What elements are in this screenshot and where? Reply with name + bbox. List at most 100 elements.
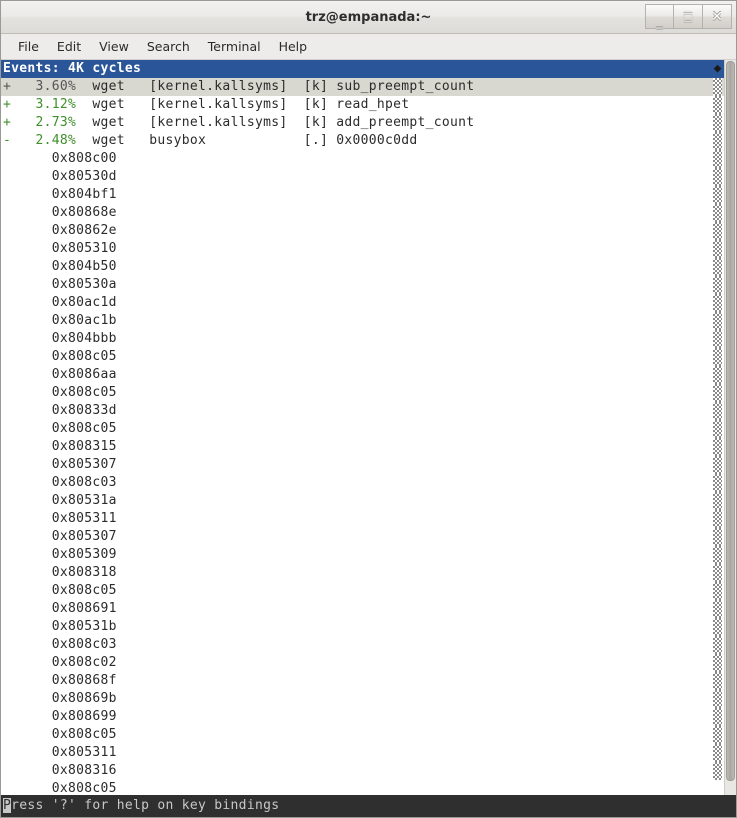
scroll-track-cell[interactable] <box>713 636 722 654</box>
scroll-track-cell[interactable] <box>713 96 722 114</box>
callchain-row[interactable]: 0x804bbb <box>1 330 736 348</box>
callchain-row[interactable]: 0x808c05 <box>1 582 736 600</box>
callchain-row[interactable]: 0x804b50 <box>1 258 736 276</box>
callchain-row[interactable]: 0x808c05 <box>1 780 736 795</box>
callchain-row[interactable]: 0x808691 <box>1 600 736 618</box>
callchain-row[interactable]: 0x808315 <box>1 438 736 456</box>
perf-report-list[interactable]: + 3.60% wget [kernel.kallsyms] [k] sub_p… <box>1 78 736 795</box>
scroll-track-cell[interactable] <box>713 618 722 636</box>
callchain-row[interactable]: 0x808c05 <box>1 420 736 438</box>
table-row[interactable]: - 2.48% wget busybox [.] 0x0000c0dd <box>1 132 736 150</box>
row-expand-toggle[interactable]: + <box>3 97 11 112</box>
table-row[interactable]: + 3.60% wget [kernel.kallsyms] [k] sub_p… <box>1 78 736 96</box>
scroll-track-cell[interactable] <box>713 654 722 672</box>
callchain-row[interactable]: 0x808c02 <box>1 654 736 672</box>
scroll-track-cell[interactable] <box>713 762 722 780</box>
callchain-row[interactable]: 0x808c00 <box>1 150 736 168</box>
scroll-track-cell[interactable] <box>713 402 722 420</box>
window-scrollbar[interactable] <box>724 60 736 795</box>
scroll-track-cell[interactable] <box>713 420 722 438</box>
menu-item-terminal[interactable]: Terminal <box>199 36 270 57</box>
scroll-track-cell[interactable] <box>713 384 722 402</box>
callchain-row[interactable]: 0x808c05 <box>1 726 736 744</box>
callchain-row[interactable]: 0x80ac1d <box>1 294 736 312</box>
callchain-row[interactable]: 0x80530d <box>1 168 736 186</box>
callchain-row[interactable]: 0x808699 <box>1 708 736 726</box>
scroll-track-cell[interactable] <box>713 294 722 312</box>
minimize-button[interactable]: _ <box>645 4 674 29</box>
scroll-track-cell[interactable] <box>713 312 722 330</box>
menu-item-file[interactable]: File <box>9 36 48 57</box>
scroll-track-cell[interactable] <box>713 186 722 204</box>
scroll-track-cell[interactable] <box>713 582 722 600</box>
callchain-row[interactable]: 0x805310 <box>1 240 736 258</box>
tui-scrollbar[interactable]: ◆ <box>711 60 724 780</box>
maximize-button[interactable]: □ <box>674 4 703 29</box>
scroll-track-cell[interactable] <box>713 348 722 366</box>
scroll-track-cell[interactable] <box>713 744 722 762</box>
callchain-row[interactable]: 0x80531b <box>1 618 736 636</box>
menu-item-edit[interactable]: Edit <box>48 36 90 57</box>
scroll-track-cell[interactable] <box>713 438 722 456</box>
row-expand-toggle[interactable]: + <box>3 115 11 130</box>
callchain-row[interactable]: 0x805307 <box>1 528 736 546</box>
menu-item-search[interactable]: Search <box>138 36 199 57</box>
scroll-track-cell[interactable] <box>713 600 722 618</box>
callchain-row[interactable]: 0x805307 <box>1 456 736 474</box>
menu-item-help[interactable]: Help <box>270 36 317 57</box>
callchain-row[interactable]: 0x8086aa <box>1 366 736 384</box>
callchain-row[interactable]: 0x80868e <box>1 204 736 222</box>
callchain-row[interactable]: 0x808c03 <box>1 636 736 654</box>
table-row[interactable]: + 3.12% wget [kernel.kallsyms] [k] read_… <box>1 96 736 114</box>
scroll-track-cell[interactable] <box>713 168 722 186</box>
callchain-row[interactable]: 0x808c05 <box>1 384 736 402</box>
callchain-row[interactable]: 0x805311 <box>1 744 736 762</box>
scroll-track-cell[interactable] <box>713 78 722 96</box>
callchain-row[interactable]: 0x804bf1 <box>1 186 736 204</box>
callchain-row[interactable]: 0x80833d <box>1 402 736 420</box>
scroll-position-marker[interactable]: ◆ <box>711 60 724 78</box>
callchain-row[interactable]: 0x80530a <box>1 276 736 294</box>
callchain-row[interactable]: 0x80862e <box>1 222 736 240</box>
scroll-track-cell[interactable] <box>713 114 722 132</box>
scroll-track-cell[interactable] <box>713 258 722 276</box>
scroll-track-cell[interactable] <box>713 708 722 726</box>
scroll-track-cell[interactable] <box>713 564 722 582</box>
callchain-row[interactable]: 0x808316 <box>1 762 736 780</box>
scroll-track-cell[interactable] <box>713 492 722 510</box>
menu-item-view[interactable]: View <box>90 36 138 57</box>
scroll-track-cell[interactable] <box>713 240 722 258</box>
scroll-track-cell[interactable] <box>713 132 722 150</box>
table-row[interactable]: + 2.73% wget [kernel.kallsyms] [k] add_p… <box>1 114 736 132</box>
window-scrollbar-thumb[interactable] <box>726 61 735 781</box>
row-expand-toggle[interactable]: - <box>3 133 11 148</box>
row-expand-toggle[interactable]: + <box>3 79 11 94</box>
callchain-row[interactable]: 0x80ac1b <box>1 312 736 330</box>
scroll-track-cell[interactable] <box>713 276 722 294</box>
callchain-row[interactable]: 0x808318 <box>1 564 736 582</box>
scroll-track-cell[interactable] <box>713 690 722 708</box>
callchain-row[interactable]: 0x808c03 <box>1 474 736 492</box>
scroll-track-cell[interactable] <box>713 456 722 474</box>
callchain-row[interactable]: 0x808c05 <box>1 348 736 366</box>
callchain-row[interactable]: 0x805309 <box>1 546 736 564</box>
scroll-track-cell[interactable] <box>713 672 722 690</box>
callchain-address: 0x808318 <box>3 565 117 580</box>
scroll-track-cell[interactable] <box>713 726 722 744</box>
callchain-row[interactable]: 0x80531a <box>1 492 736 510</box>
scroll-track-cell[interactable] <box>713 528 722 546</box>
scroll-track-cell[interactable] <box>713 366 722 384</box>
callchain-row[interactable]: 0x805311 <box>1 510 736 528</box>
terminal-body[interactable]: Events: 4K cycles + 3.60% wget [kernel.k… <box>1 60 736 795</box>
scroll-track-cell[interactable] <box>713 204 722 222</box>
callchain-row[interactable]: 0x80868f <box>1 672 736 690</box>
titlebar[interactable]: trz@empanada:~ _ □ ✕ <box>1 1 736 34</box>
scroll-track-cell[interactable] <box>713 330 722 348</box>
scroll-track-cell[interactable] <box>713 546 722 564</box>
scroll-track-cell[interactable] <box>713 222 722 240</box>
scroll-track-cell[interactable] <box>713 474 722 492</box>
scroll-track-cell[interactable] <box>713 150 722 168</box>
scroll-track-cell[interactable] <box>713 510 722 528</box>
close-button[interactable]: ✕ <box>703 4 732 29</box>
callchain-row[interactable]: 0x80869b <box>1 690 736 708</box>
